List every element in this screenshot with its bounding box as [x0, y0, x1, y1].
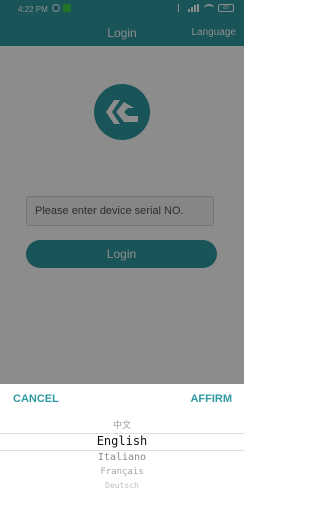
language-picker-sheet: CANCEL AFFIRM 中文 English Italiano França… [0, 384, 244, 528]
picker-divider-bottom [0, 450, 244, 451]
modal-overlay[interactable] [0, 0, 244, 384]
picker-option[interactable]: Deutsch [0, 481, 244, 490]
language-picker[interactable]: 中文 English Italiano Français Deutsch [0, 414, 244, 528]
cancel-button[interactable]: CANCEL [13, 393, 59, 405]
picker-option-selected[interactable]: English [0, 434, 244, 448]
picker-option[interactable]: Français [0, 467, 244, 477]
picker-option[interactable]: 中文 [0, 418, 244, 431]
picker-option[interactable]: Italiano [0, 452, 244, 463]
affirm-button[interactable]: AFFIRM [190, 393, 232, 405]
